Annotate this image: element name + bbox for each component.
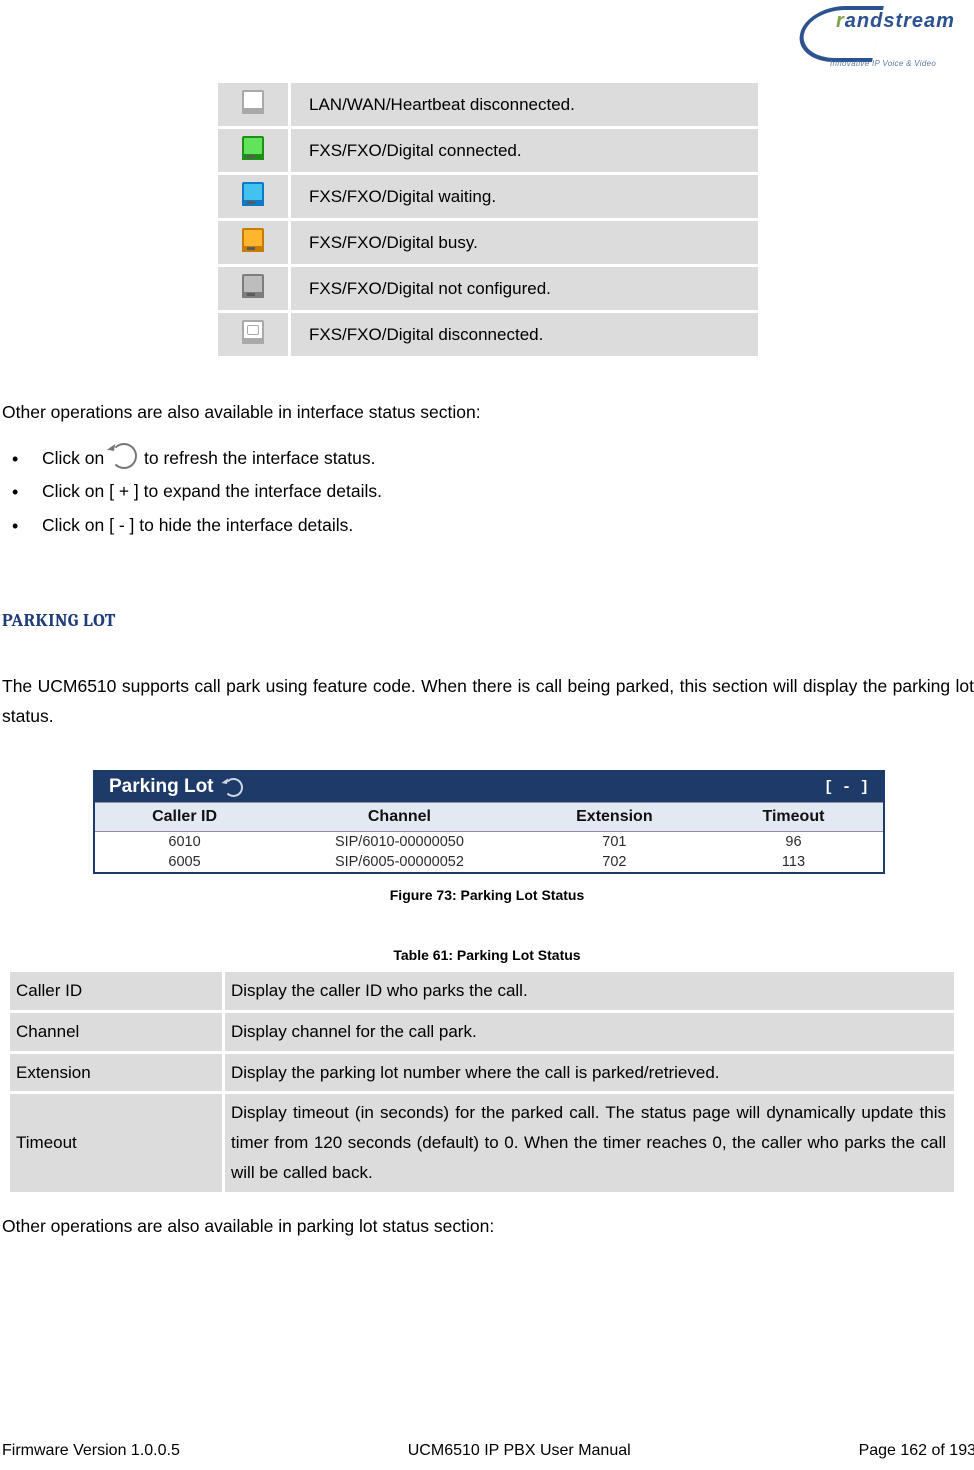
desc-key: Channel [10, 1013, 225, 1051]
port-white-icon [242, 90, 264, 114]
table-row: Timeout Display timeout (in seconds) for… [10, 1094, 954, 1191]
table-row: LAN/WAN/Heartbeat disconnected. [218, 83, 758, 126]
refresh-icon[interactable] [224, 778, 243, 797]
parking-status-description-table: Caller ID Display the caller ID who park… [10, 969, 954, 1195]
desc-key: Extension [10, 1054, 225, 1092]
desc-val: Display channel for the call park. [225, 1013, 954, 1051]
table-row: FXS/FXO/Digital busy. [218, 221, 758, 264]
footer-center: UCM6510 IP PBX User Manual [408, 1442, 631, 1460]
table-caption: Table 61: Parking Lot Status [0, 947, 974, 963]
cell-extension: 702 [525, 853, 704, 871]
desc-key: Caller ID [10, 972, 225, 1010]
cell-channel: SIP/6005-00000052 [274, 853, 525, 871]
parking-lot-header: Parking Lot [ - ] [95, 772, 883, 802]
port-disconnected-icon [242, 320, 264, 344]
bullet-list: Click on to refresh the interface status… [2, 442, 942, 542]
table-row: FXS/FXO/Digital disconnected. [218, 313, 758, 356]
col-caller-id: Caller ID [95, 803, 274, 831]
port-orange-icon [242, 228, 264, 252]
paragraph: The UCM6510 supports call park using fea… [2, 672, 974, 732]
status-label: FXS/FXO/Digital not configured. [291, 267, 758, 310]
table-row: 6010 SIP/6010-00000050 701 96 [95, 832, 883, 852]
table-row: Channel Display channel for the call par… [10, 1013, 954, 1051]
parking-rows: 6010 SIP/6010-00000050 701 96 6005 SIP/6… [95, 832, 883, 872]
list-item: Click on [ + ] to expand the interface d… [2, 475, 942, 508]
paragraph: Other operations are also available in p… [2, 1212, 494, 1242]
port-grey-icon [242, 274, 264, 298]
status-label: FXS/FXO/Digital disconnected. [291, 313, 758, 356]
table-row: FXS/FXO/Digital connected. [218, 129, 758, 172]
table-row: FXS/FXO/Digital waiting. [218, 175, 758, 218]
cell-timeout: 113 [704, 853, 883, 871]
parking-lot-panel: Parking Lot [ - ] Caller ID Channel Exte… [93, 770, 885, 874]
refresh-icon [111, 443, 137, 469]
table-row: 6005 SIP/6005-00000052 702 113 [95, 852, 883, 872]
status-legend-table: LAN/WAN/Heartbeat disconnected. FXS/FXO/… [218, 80, 758, 359]
text-prefix: Click on [42, 448, 109, 468]
cell-extension: 701 [525, 833, 704, 851]
status-label: FXS/FXO/Digital waiting. [291, 175, 758, 218]
table-row: Extension Display the parking lot number… [10, 1054, 954, 1092]
port-blue-icon [242, 182, 264, 206]
status-label: FXS/FXO/Digital connected. [291, 129, 758, 172]
paragraph: Other operations are also available in i… [2, 398, 481, 428]
cell-caller-id: 6010 [95, 833, 274, 851]
text-suffix: to refresh the interface status. [144, 448, 376, 468]
desc-val: Display timeout (in seconds) for the par… [225, 1094, 954, 1191]
col-channel: Channel [274, 803, 525, 831]
col-timeout: Timeout [704, 803, 883, 831]
cell-timeout: 96 [704, 833, 883, 851]
col-extension: Extension [525, 803, 704, 831]
list-item: Click on [ - ] to hide the interface det… [2, 509, 942, 542]
parking-lot-title: Parking Lot [109, 776, 214, 798]
desc-val: Display the caller ID who parks the call… [225, 972, 954, 1010]
page-footer: Firmware Version 1.0.0.5 UCM6510 IP PBX … [0, 1442, 974, 1460]
list-item: Click on to refresh the interface status… [2, 442, 942, 475]
table-row: Caller ID Display the caller ID who park… [10, 972, 954, 1010]
parking-columns: Caller ID Channel Extension Timeout [95, 802, 883, 832]
brand-tagline: Innovative IP Voice & Video [830, 59, 936, 68]
port-green-icon [242, 136, 264, 160]
footer-right: Page 162 of 193 [859, 1442, 974, 1460]
desc-key: Timeout [10, 1094, 225, 1191]
table-row: FXS/FXO/Digital not configured. [218, 267, 758, 310]
brand-logo: randstream Innovative IP Voice & Video [800, 6, 960, 72]
cell-caller-id: 6005 [95, 853, 274, 871]
collapse-toggle[interactable]: [ - ] [824, 779, 869, 796]
figure-caption: Figure 73: Parking Lot Status [0, 887, 974, 903]
footer-left: Firmware Version 1.0.0.5 [2, 1442, 180, 1460]
desc-val: Display the parking lot number where the… [225, 1054, 954, 1092]
status-label: LAN/WAN/Heartbeat disconnected. [291, 83, 758, 126]
cell-channel: SIP/6010-00000050 [274, 833, 525, 851]
status-label: FXS/FXO/Digital busy. [291, 221, 758, 264]
section-heading-parking-lot: PARKING LOT [2, 610, 116, 631]
